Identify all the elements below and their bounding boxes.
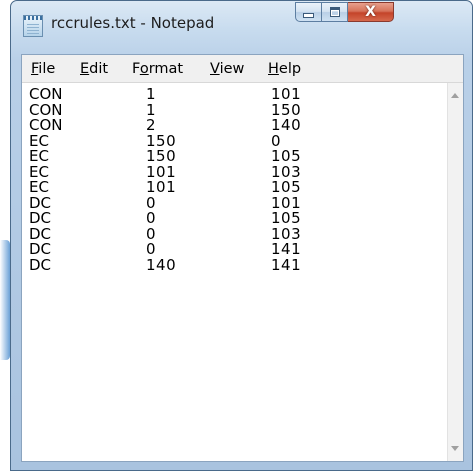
- close-icon: X: [365, 4, 376, 20]
- minimize-icon: [303, 12, 314, 18]
- menu-bar: File Edit Format View Help: [22, 55, 463, 83]
- menu-format[interactable]: Format: [132, 61, 183, 77]
- notepad-icon[interactable]: [23, 15, 43, 37]
- minimize-button[interactable]: [295, 2, 322, 22]
- menu-view[interactable]: View: [210, 61, 244, 77]
- menu-edit-mnemonic: E: [80, 61, 90, 77]
- notepad-window: rccrules.txt - Notepad X File Edit Forma…: [10, 0, 473, 471]
- menu-help[interactable]: Help: [268, 61, 301, 77]
- client-area: File Edit Format View Help CON 1 101 CON 1 1…: [21, 54, 464, 462]
- menu-format-prefix: F: [132, 61, 140, 77]
- line-value-b: 141: [271, 255, 302, 274]
- title-bar[interactable]: rccrules.txt - Notepad X: [11, 1, 472, 51]
- window-title: rccrules.txt - Notepad: [51, 14, 215, 32]
- close-button[interactable]: X: [348, 2, 394, 22]
- caption-buttons: X: [295, 2, 394, 24]
- menu-format-label: rmat: [148, 61, 184, 77]
- maximize-button[interactable]: [322, 2, 348, 22]
- menu-file[interactable]: File: [31, 61, 55, 77]
- menu-view-mnemonic: V: [210, 61, 220, 77]
- vertical-scrollbar[interactable]: [447, 83, 463, 461]
- menu-help-label: elp: [278, 61, 302, 77]
- menu-help-mnemonic: H: [268, 61, 279, 77]
- menu-view-label: iew: [219, 61, 245, 77]
- scroll-up-arrow-icon[interactable]: [451, 93, 459, 98]
- maximize-icon: [329, 7, 340, 17]
- scroll-down-arrow-icon[interactable]: [451, 446, 459, 451]
- menu-format-mnemonic: o: [139, 61, 149, 77]
- menu-file-label: ile: [38, 61, 56, 77]
- text-editor[interactable]: CON 1 101 CON 1 150 CON 2 140 EC 150 0 EC 150 105 …: [22, 83, 447, 461]
- line-value-a: 140: [146, 255, 177, 274]
- menu-edit-label: dit: [89, 61, 109, 77]
- menu-edit[interactable]: Edit: [80, 61, 108, 77]
- window-edge-glow-left: [0, 240, 10, 360]
- line-type: DC: [29, 255, 52, 274]
